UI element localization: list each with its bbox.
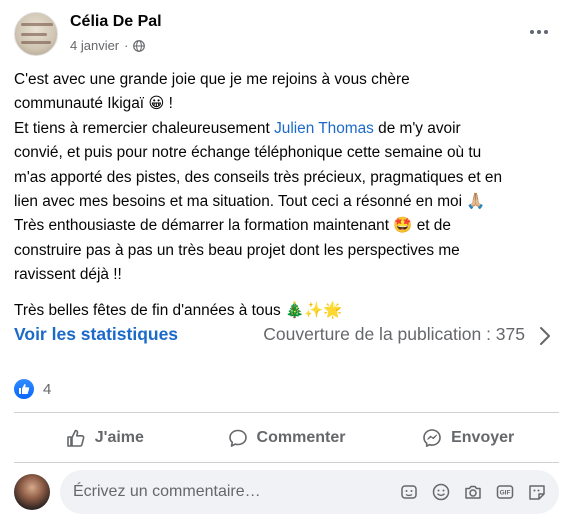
post-line: communauté Ikigaï 😀 ! xyxy=(14,95,173,113)
post-line: C'est avec une grande joie que je me rej… xyxy=(14,71,410,88)
post-line: Et tiens à remercier chaleureusement Jul… xyxy=(14,117,559,141)
thumbs-up-icon xyxy=(66,429,85,447)
dot-icon xyxy=(530,30,534,34)
author-name[interactable]: Célia De Pal xyxy=(70,13,162,31)
mention-link[interactable]: Julien Thomas xyxy=(274,120,374,137)
more-options-button[interactable] xyxy=(523,16,555,48)
post-line: lien avec mes besoins et ma situation. T… xyxy=(14,193,486,211)
post-text: Et tiens à remercier chaleureusement xyxy=(14,119,275,137)
reactions-summary[interactable]: 4 xyxy=(14,378,51,400)
author-avatar[interactable] xyxy=(14,12,58,56)
post-meta: 4 janvier · xyxy=(70,38,146,53)
post-line: convié, et puis pour notre échange télép… xyxy=(14,144,482,162)
like-button[interactable]: J'aime xyxy=(14,420,196,456)
meta-separator: · xyxy=(124,38,129,53)
sticker-icon[interactable] xyxy=(399,482,419,502)
post-coverage: Couverture de la publication : 375 xyxy=(263,324,525,344)
gif-icon[interactable]: GIF xyxy=(495,482,515,502)
comment-label: Commenter xyxy=(256,429,346,446)
dot-icon xyxy=(544,30,548,34)
post-date[interactable]: 4 janvier xyxy=(70,38,119,53)
comment-input[interactable]: Écrivez un commentaire… GIF xyxy=(60,470,559,514)
comment-button[interactable]: Commenter xyxy=(196,420,378,456)
post-text: de m'y avoir xyxy=(373,119,461,137)
camera-icon[interactable] xyxy=(463,482,483,502)
post-header: Célia De Pal 4 janvier · xyxy=(14,10,559,60)
comment-placeholder: Écrivez un commentaire… xyxy=(73,483,261,500)
dot-icon xyxy=(537,30,541,34)
post-line: Très belles fêtes de fin d'années à tous… xyxy=(14,301,343,319)
like-icon xyxy=(14,379,34,399)
post-line: ravissent déjà !! xyxy=(14,266,122,284)
divider xyxy=(14,462,559,463)
comment-tools: GIF xyxy=(399,482,547,502)
stats-row: Voir les statistiques Couverture de la p… xyxy=(14,323,559,349)
post-actions: J'aime Commenter Envoyer xyxy=(14,420,559,456)
view-stats-link[interactable]: Voir les statistiques xyxy=(14,324,178,345)
divider xyxy=(14,412,559,413)
post-line: m'as apporté des pistes, des conseils tr… xyxy=(14,168,502,186)
emoji-icon[interactable] xyxy=(431,482,451,502)
post-body: C'est avec une grande joie que je me rej… xyxy=(14,68,559,323)
like-label: J'aime xyxy=(94,429,144,446)
reaction-count: 4 xyxy=(43,380,52,398)
post-line: construire pas à pas un très beau projet… xyxy=(14,241,460,259)
send-button[interactable]: Envoyer xyxy=(377,420,559,456)
send-label: Envoyer xyxy=(451,429,515,446)
comment-icon xyxy=(228,429,247,447)
messenger-icon xyxy=(423,429,441,447)
comment-composer: Écrivez un commentaire… GIF xyxy=(14,470,559,514)
post-line: Très enthousiaste de démarrer la formati… xyxy=(14,217,451,235)
svg-text:GIF: GIF xyxy=(500,490,511,497)
sticker-face-icon[interactable] xyxy=(527,482,547,502)
globe-icon[interactable] xyxy=(133,39,146,52)
current-user-avatar[interactable] xyxy=(14,474,50,510)
chevron-right-icon[interactable] xyxy=(539,326,551,346)
